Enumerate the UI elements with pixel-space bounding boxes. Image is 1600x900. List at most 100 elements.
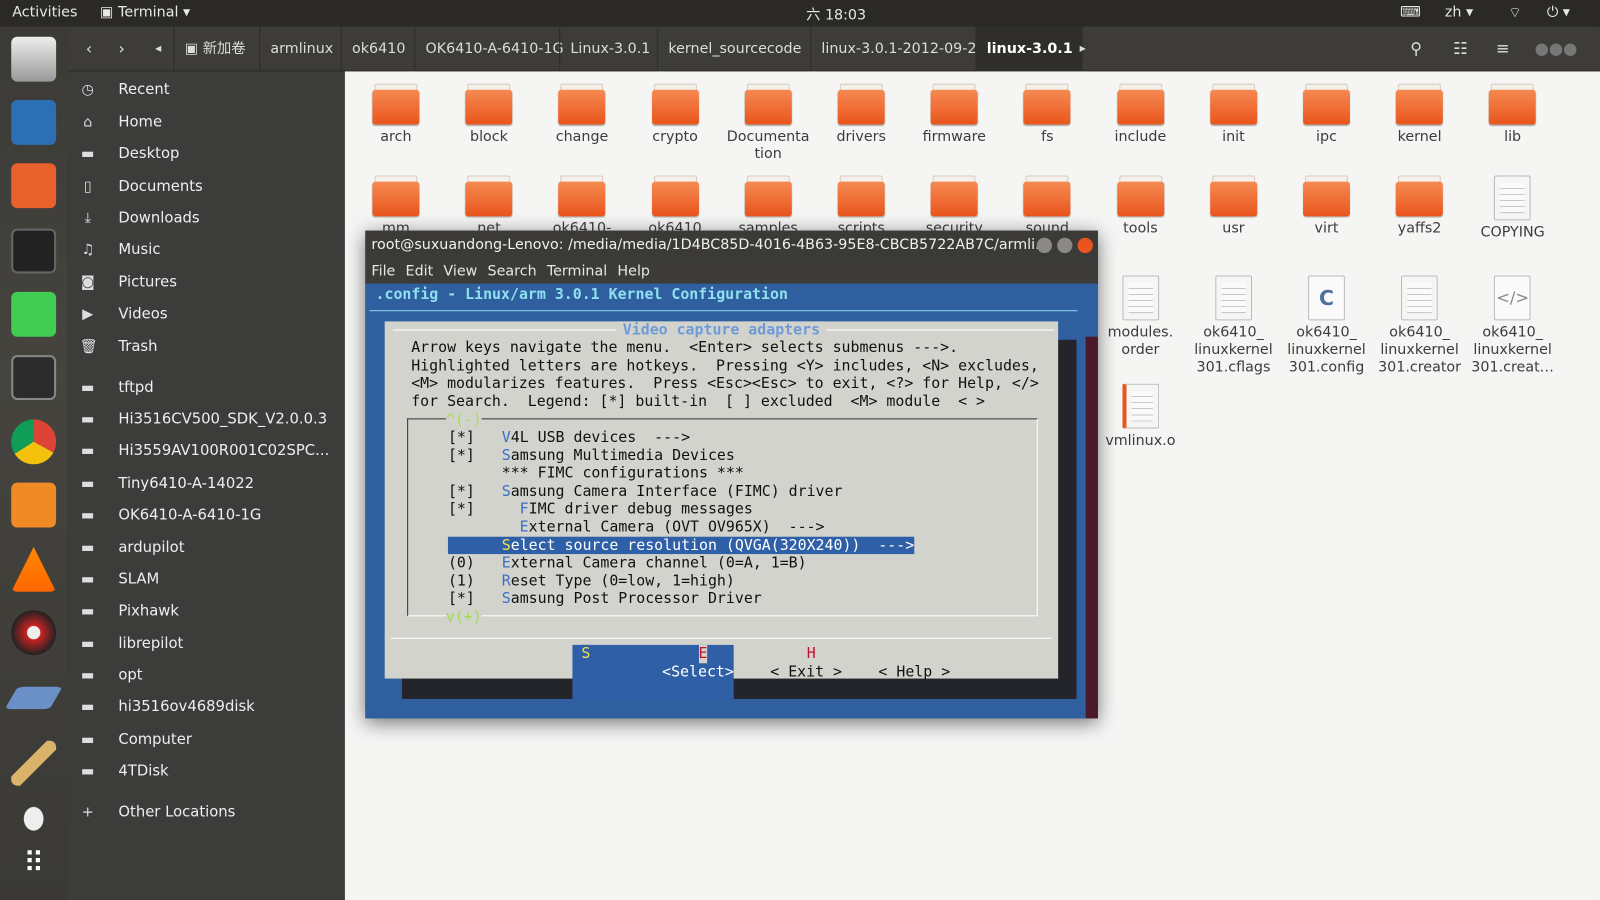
minimize-button[interactable] (1036, 237, 1053, 254)
breadcrumb-item[interactable]: kernel_sourcecode (657, 26, 811, 72)
menu-item-selected[interactable]: Select source resolution (QVGA(320X240))… (447, 536, 915, 555)
menu-help[interactable]: Help (617, 263, 650, 279)
writer-app-icon[interactable] (11, 99, 57, 145)
breadcrumb-item[interactable]: ▣ 新加卷 (173, 26, 255, 72)
sidebar-item-documents[interactable]: ▯ Documents (67, 174, 345, 203)
sidebar-item-hi3559av100r001c02spc-[interactable]: ▬ Hi3559AV100R001C02SPC... (67, 439, 345, 468)
software-center-icon[interactable] (11, 163, 57, 209)
sidebar-item-tftpd[interactable]: ▬ tftpd (67, 376, 345, 405)
help-button[interactable]: < Help > H (789, 644, 950, 699)
menu-item[interactable]: [*] Samsung Multimedia Devices (448, 447, 914, 465)
sidebar-item-desktop[interactable]: ▬ Desktop (67, 142, 345, 171)
sidebar-item-trash[interactable]: 🗑 Trash (67, 335, 345, 364)
menu-icon[interactable]: ≡ (1496, 39, 1510, 58)
file-item[interactable]: COPYING (1468, 175, 1558, 242)
file-item[interactable]: fs (1002, 83, 1092, 146)
file-item[interactable]: arch (351, 83, 441, 146)
app-icon[interactable] (11, 791, 57, 837)
sidebar-item-slam[interactable]: ▬ SLAM (67, 567, 345, 596)
file-item[interactable]: yaffs2 (1375, 175, 1465, 238)
file-item[interactable]: init (1189, 83, 1279, 146)
sidebar-item-pixhawk[interactable]: ▬ Pixhawk (67, 599, 345, 628)
file-item[interactable]: kernel (1375, 83, 1465, 146)
breadcrumb-scroll-right[interactable]: ▸ (1080, 41, 1086, 55)
file-item[interactable]: block (444, 83, 534, 146)
file-item[interactable]: scripts (816, 175, 906, 238)
menu-view[interactable]: View (443, 263, 477, 279)
file-item[interactable]: modules. order (1095, 275, 1185, 360)
sidebar-item-tiny6410-a-14022[interactable]: ▬ Tiny6410-A-14022 (67, 471, 345, 500)
breadcrumb-scroll-left[interactable]: ◂ (155, 41, 161, 55)
file-item[interactable]: drivers (816, 83, 906, 146)
sidebar-item-music[interactable]: ♫ Music (67, 238, 345, 267)
window-controls[interactable]: ●●● (1535, 39, 1578, 58)
file-item[interactable]: usr (1189, 175, 1279, 238)
calculator-icon[interactable] (11, 482, 57, 528)
vlc-icon[interactable] (11, 546, 57, 592)
file-item[interactable]: tools (1095, 175, 1185, 238)
file-item[interactable]: </> ok6410_ linuxkernel 301.creat… (1468, 275, 1558, 377)
menu-item[interactable]: *** FIMC configurations *** (448, 464, 914, 482)
menu-file[interactable]: File (371, 263, 395, 279)
view-toggle-icon[interactable]: ☷ (1453, 39, 1468, 58)
sidebar-item-computer[interactable]: ▬ Computer (67, 728, 345, 757)
breadcrumb-item[interactable]: linux-3.0.1 (975, 26, 1083, 72)
file-item[interactable]: ipc (1282, 83, 1372, 146)
file-item[interactable]: mm (351, 175, 441, 238)
activities-button[interactable]: Activities (12, 4, 77, 20)
terminal-app-menu[interactable]: ▣ Terminal ▾ (100, 4, 190, 20)
menu-item[interactable]: [*] FIMC driver debug messages (448, 500, 914, 518)
sidebar-item-videos[interactable]: ▶ Videos (67, 302, 345, 331)
chrome-icon[interactable] (11, 419, 57, 465)
menu-item[interactable]: [*] Samsung Post Processor Driver (448, 590, 914, 608)
file-item[interactable]: lib (1468, 83, 1558, 146)
disc-app-icon[interactable] (11, 610, 57, 656)
sidebar-item-other-locations[interactable]: + Other Locations (67, 800, 345, 829)
keyboard-icon[interactable]: ⌨ (1400, 4, 1421, 20)
file-item[interactable]: change (537, 83, 627, 146)
menu-item[interactable]: External Camera (OVT OV965X) ---> (448, 518, 914, 536)
file-item[interactable]: vmlinux.o (1095, 383, 1185, 450)
maximize-button[interactable] (1057, 237, 1073, 254)
breadcrumb-item[interactable]: Linux-3.0.1 (559, 26, 660, 72)
wifi-icon[interactable]: ⌔ (1508, 4, 1521, 22)
breadcrumb-item[interactable]: linux-3.0.1-2012-09-23 (810, 26, 996, 72)
breadcrumb-item[interactable]: OK6410-A-6410-1G (414, 26, 574, 72)
sidebar-item-ardupilot[interactable]: ▬ ardupilot (67, 536, 345, 565)
forward-button[interactable]: › (118, 39, 125, 58)
sidebar-item-4tdisk[interactable]: ▬ 4TDisk (67, 759, 345, 788)
files-app-icon[interactable] (11, 36, 57, 82)
breadcrumb-item[interactable]: ok6410 (340, 26, 416, 72)
sidebar-item-opt[interactable]: ▬ opt (67, 663, 345, 692)
search-icon[interactable]: ⚲ (1410, 39, 1422, 58)
file-item[interactable]: include (1095, 83, 1185, 146)
terminal-screen[interactable]: .config - Linux/arm 3.0.1 Kernel Configu… (365, 283, 1098, 719)
file-item[interactable]: security (909, 175, 999, 238)
terminal-scrollbar[interactable] (1085, 336, 1098, 719)
close-button[interactable] (1077, 237, 1093, 254)
file-item[interactable]: net (444, 175, 534, 238)
menu-item[interactable]: [*] Samsung Camera Interface (FIMC) driv… (448, 482, 914, 500)
file-item[interactable]: Cok6410_ linuxkernel 301.config (1282, 275, 1372, 377)
sidebar-item-home[interactable]: ⌂ Home (67, 110, 345, 139)
menu-item[interactable]: (0) External Camera channel (0=A, 1=B) (448, 554, 914, 572)
sidebar-item-recent[interactable]: ◷ Recent (67, 78, 345, 107)
file-item[interactable]: virt (1282, 175, 1372, 238)
paint-app-icon[interactable] (11, 740, 57, 786)
sidebar-item-hi3516ov4689disk[interactable]: ▬ hi3516ov4689disk (67, 695, 345, 724)
file-item[interactable]: ok6410_ linuxkernel 301.creator (1375, 275, 1465, 377)
file-item[interactable]: Documenta tion (723, 83, 813, 164)
file-item[interactable]: samples (723, 175, 813, 238)
clock[interactable]: 六 18:03 (806, 4, 866, 24)
sidebar-item-librepilot[interactable]: ▬ librepilot (67, 632, 345, 661)
file-item[interactable]: sound (1002, 175, 1092, 238)
file-item[interactable]: ok6410- (537, 175, 627, 238)
file-item[interactable]: ok6410 (630, 175, 720, 238)
file-item[interactable]: firmware (909, 83, 999, 146)
show-apps-icon[interactable]: ⠿ (11, 843, 56, 888)
language-indicator[interactable]: zh ▾ (1445, 4, 1473, 20)
menu-item[interactable]: [*] V4L USB devices ---> (448, 429, 914, 447)
sidebar-item-ok6410-a-6410-1g[interactable]: ▬ OK6410-A-6410-1G (67, 503, 345, 532)
menu-edit[interactable]: Edit (406, 263, 434, 279)
sidebar-item-hi3516cv500-sdk-v2-0-0-3[interactable]: ▬ Hi3516CV500_SDK_V2.0.0.3 (67, 407, 345, 436)
